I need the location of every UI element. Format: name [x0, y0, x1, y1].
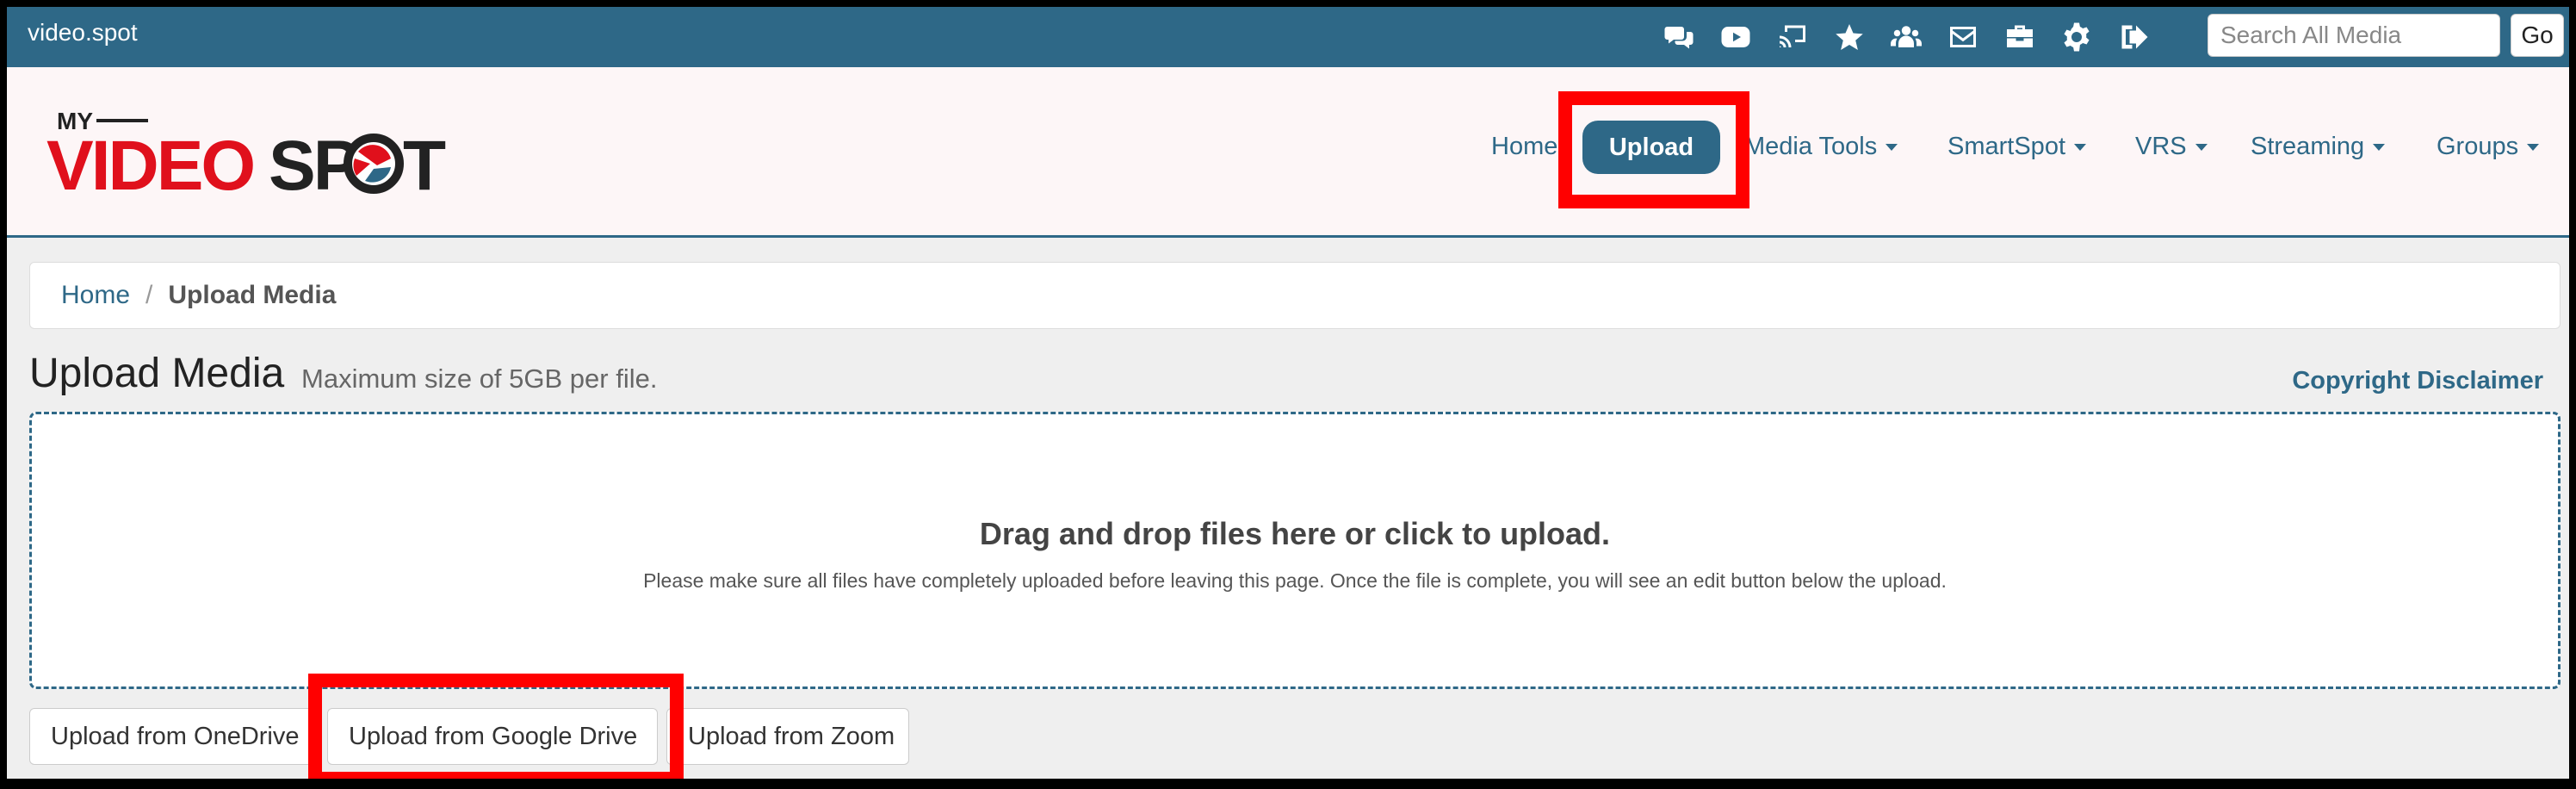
mail-icon[interactable]: [1946, 22, 1980, 53]
nav-upload[interactable]: Upload: [1582, 121, 1720, 174]
breadcrumb-home[interactable]: Home: [61, 281, 130, 309]
caret-down-icon: [2074, 144, 2086, 152]
nav-vrs-label: VRS: [2135, 133, 2187, 160]
youtube-icon[interactable]: [1718, 22, 1753, 53]
nav-home[interactable]: Home: [1491, 133, 1557, 161]
breadcrumb-separator: /: [146, 281, 153, 309]
go-button[interactable]: Go: [2511, 14, 2564, 57]
nav-groups-label: Groups: [2437, 133, 2519, 160]
nav-media-tools-label: Media Tools: [1744, 133, 1878, 160]
users-icon[interactable]: [1889, 22, 1923, 53]
nav-vrs[interactable]: VRS: [2135, 133, 2208, 161]
gear-icon[interactable]: [2059, 22, 2094, 53]
chat-icon[interactable]: [1662, 22, 1696, 53]
upload-from-onedrive-button[interactable]: Upload from OneDrive: [29, 708, 319, 765]
top-bar: video.spot Go: [7, 7, 2569, 67]
breadcrumb: Home / Upload Media: [29, 262, 2561, 329]
nav-streaming[interactable]: Streaming: [2251, 133, 2386, 161]
nav-smartspot-label: SmartSpot: [1947, 133, 2065, 160]
site-name: video.spot: [28, 19, 138, 46]
page-subtitle: Maximum size of 5GB per file.: [301, 363, 658, 394]
logo-mark-icon: [344, 134, 404, 194]
logo[interactable]: MY VIDEO SP T: [46, 103, 460, 205]
upload-from-google-drive-button[interactable]: Upload from Google Drive: [327, 708, 658, 765]
search-input[interactable]: [2208, 14, 2500, 57]
dropzone-note: Please make sure all files have complete…: [643, 569, 1947, 592]
app-window: video.spot Go: [7, 7, 2569, 779]
caret-down-icon: [2527, 144, 2540, 152]
caret-down-icon: [2195, 144, 2208, 152]
caret-down-icon: [2373, 144, 2386, 152]
nav-smartspot[interactable]: SmartSpot: [1947, 133, 2086, 161]
nav-groups[interactable]: Groups: [2437, 133, 2540, 161]
header: MY VIDEO SP T Home Upload Media Tools Sm…: [7, 67, 2569, 238]
upload-dropzone[interactable]: Drag and drop files here or click to upl…: [29, 412, 2561, 689]
nav-streaming-label: Streaming: [2251, 133, 2365, 160]
star-icon[interactable]: [1832, 22, 1867, 53]
upload-from-zoom-button[interactable]: Upload from Zoom: [666, 708, 909, 765]
logo-text-t: T: [403, 127, 446, 198]
logo-text-video: VIDEO: [46, 127, 253, 198]
caret-down-icon: [1886, 144, 1898, 152]
copyright-disclaimer-link[interactable]: Copyright Disclaimer: [2292, 367, 2543, 395]
cast-icon[interactable]: [1775, 22, 1810, 53]
sign-out-icon[interactable]: [2116, 22, 2151, 53]
dropzone-title: Drag and drop files here or click to upl…: [979, 516, 1611, 551]
toolbox-icon[interactable]: [2003, 22, 2037, 53]
page-title: Upload Media: [29, 351, 285, 396]
nav-media-tools[interactable]: Media Tools: [1744, 133, 1898, 161]
breadcrumb-current: Upload Media: [168, 281, 337, 309]
